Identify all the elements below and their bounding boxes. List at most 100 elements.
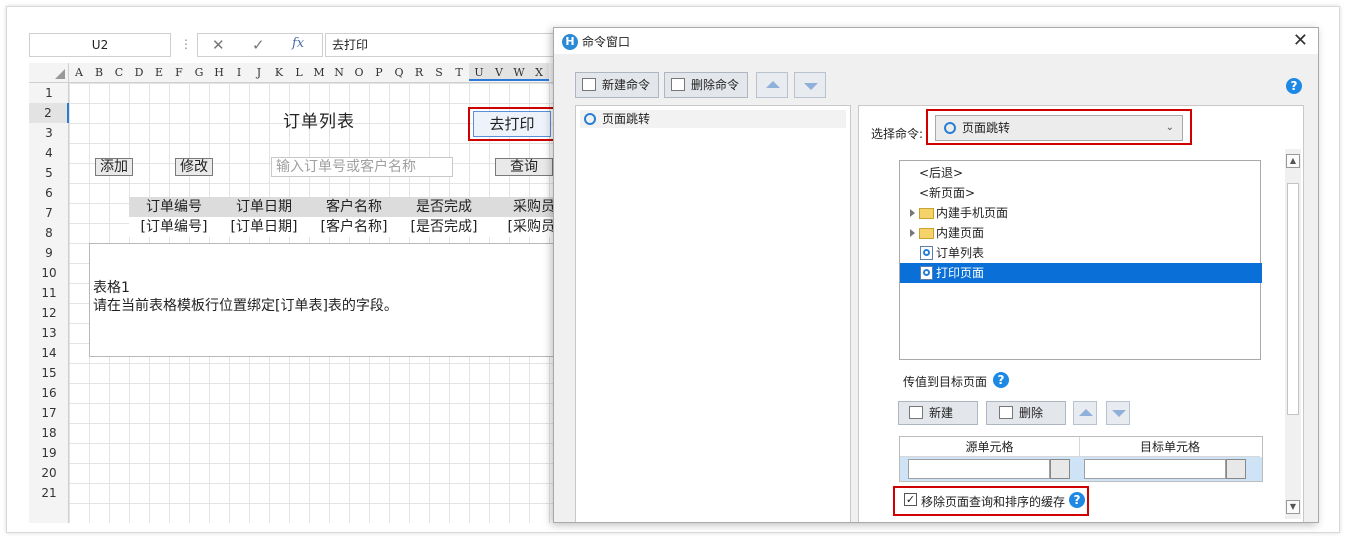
delete-command-button[interactable]: 删除命令 [664, 72, 748, 98]
column-header-h[interactable]: H [209, 66, 229, 79]
spreadsheet[interactable]: ABCDEFGHIJKLMNOPQRSTUVWX 1 2 3 4 5 6 7 8 9 10 11 12… [29, 63, 555, 523]
tree-item-label: 打印页面 [936, 266, 985, 280]
row-header-16[interactable]: 16 [29, 383, 69, 403]
formula-input[interactable]: 去打印 [325, 33, 560, 57]
add-button[interactable]: 添加 [95, 158, 133, 176]
row-header-2[interactable]: 2 [29, 103, 69, 123]
help-icon[interactable]: ? [1069, 492, 1085, 508]
name-box[interactable]: U2 [29, 33, 171, 57]
edit-button[interactable]: 修改 [175, 158, 213, 176]
row-header-13[interactable]: 13 [29, 323, 69, 343]
column-header-i[interactable]: I [229, 66, 249, 79]
clear-cache-checkbox[interactable]: ✓ [904, 493, 917, 506]
delete-mapping-button[interactable]: 删除 [986, 401, 1066, 425]
row-header-19[interactable]: 19 [29, 443, 69, 463]
tree-item-mobile-pages[interactable]: 内建手机页面 [900, 203, 1262, 223]
column-header-q[interactable]: Q [389, 66, 409, 79]
dialog-titlebar: H 命令窗口 ✕ [554, 28, 1318, 54]
column-header-s[interactable]: S [429, 66, 449, 79]
column-header-r[interactable]: R [409, 66, 429, 79]
fx-icon[interactable]: fx [292, 36, 304, 51]
tree-item-order-list[interactable]: 订单列表 [900, 243, 1262, 263]
column-header-l[interactable]: L [289, 66, 309, 79]
help-icon[interactable]: ? [993, 372, 1009, 388]
row-header-12[interactable]: 12 [29, 303, 69, 323]
row-header-6[interactable]: 6 [29, 183, 69, 203]
row-header-9[interactable]: 9 [29, 243, 69, 263]
query-button[interactable]: 查询 [495, 158, 553, 176]
new-command-button[interactable]: 新建命令 [575, 72, 659, 98]
scroll-down-icon[interactable]: ▼ [1286, 500, 1300, 514]
search-input[interactable]: 输入订单号或客户名称 [271, 157, 453, 177]
column-header-f[interactable]: F [169, 66, 189, 79]
column-header-v[interactable]: V [489, 63, 509, 81]
header-completed: 是否完成 [416, 199, 472, 215]
cell-buyer[interactable]: [采购员] [489, 217, 555, 237]
mapping-up-button[interactable] [1073, 401, 1097, 425]
new-mapping-button[interactable]: 新建 [898, 401, 978, 425]
scroll-up-icon[interactable]: ▲ [1286, 154, 1300, 168]
row-header-14[interactable]: 14 [29, 343, 69, 363]
tree-item-new-page[interactable]: <新页面> [900, 183, 1262, 203]
row-header-5[interactable]: 5 [29, 163, 69, 183]
row-header-10[interactable]: 10 [29, 263, 69, 283]
tree-item-print-page[interactable]: 打印页面 [900, 263, 1262, 283]
pick-cell-icon[interactable] [1226, 459, 1246, 479]
column-header-x[interactable]: X [529, 63, 549, 81]
row-header-20[interactable]: 20 [29, 463, 69, 483]
tree-item-back[interactable]: <后退> [900, 163, 1262, 183]
cell-customer[interactable]: [客户名称] [309, 217, 399, 237]
row-header-1[interactable]: 1 [29, 83, 69, 103]
cancel-icon[interactable]: ✕ [212, 36, 225, 54]
column-header-w[interactable]: W [509, 63, 529, 81]
close-icon[interactable]: ✕ [1293, 30, 1308, 51]
source-cell-input[interactable] [908, 459, 1050, 479]
column-header-g[interactable]: G [189, 66, 209, 79]
row-header-7[interactable]: 7 [29, 203, 69, 223]
row-header-21[interactable]: 21 [29, 483, 69, 503]
pick-cell-icon[interactable] [1050, 459, 1070, 479]
mapping-down-button[interactable] [1106, 401, 1130, 425]
column-header-u[interactable]: U [469, 63, 489, 81]
row-header-17[interactable]: 17 [29, 403, 69, 423]
folder-icon [919, 228, 934, 239]
column-header-p[interactable]: P [369, 66, 389, 79]
select-all-corner[interactable] [29, 63, 69, 83]
print-button[interactable]: 去打印 [473, 111, 551, 137]
column-header-a[interactable]: A [69, 66, 89, 79]
cell-completed[interactable]: [是否完成] [399, 217, 489, 237]
expand-icon[interactable] [910, 209, 915, 217]
column-header-t[interactable]: T [449, 66, 469, 79]
column-header-n[interactable]: N [329, 66, 349, 79]
arrow-down-icon [1112, 410, 1126, 417]
list-item[interactable]: 页面跳转 [580, 110, 846, 128]
column-header-d[interactable]: D [129, 66, 149, 79]
target-page-tree[interactable]: <后退> <新页面> 内建手机页面 内建页面 订单列表 打印页面 [899, 160, 1262, 360]
column-header-m[interactable]: M [309, 66, 329, 79]
tree-item-builtin-pages[interactable]: 内建页面 [900, 223, 1262, 243]
highlight-command-select [926, 109, 1192, 145]
cell-order-no[interactable]: [订单编号] [129, 217, 219, 237]
help-icon[interactable]: ? [1286, 78, 1302, 94]
column-header-b[interactable]: B [89, 66, 109, 79]
row-header-18[interactable]: 18 [29, 423, 69, 443]
column-header-o[interactable]: O [349, 66, 369, 79]
row-header-4[interactable]: 4 [29, 143, 69, 163]
settings-scrollbar[interactable]: ▲ ▼ [1285, 149, 1301, 519]
column-header-j[interactable]: J [249, 66, 269, 79]
cell-order-date[interactable]: [订单日期] [219, 217, 309, 237]
column-header-k[interactable]: K [269, 66, 289, 79]
header-order-no: 订单编号 [146, 199, 202, 215]
row-header-8[interactable]: 8 [29, 223, 69, 243]
move-up-button[interactable] [756, 72, 788, 98]
column-header-e[interactable]: E [149, 66, 169, 79]
target-cell-input[interactable] [1084, 459, 1226, 479]
confirm-icon[interactable]: ✓ [252, 36, 265, 54]
expand-icon[interactable] [910, 229, 915, 237]
row-header-3[interactable]: 3 [29, 123, 69, 143]
column-header-c[interactable]: C [109, 66, 129, 79]
row-header-15[interactable]: 15 [29, 363, 69, 383]
move-down-button[interactable] [794, 72, 826, 98]
scroll-thumb[interactable] [1287, 183, 1299, 415]
row-header-11[interactable]: 11 [29, 283, 69, 303]
